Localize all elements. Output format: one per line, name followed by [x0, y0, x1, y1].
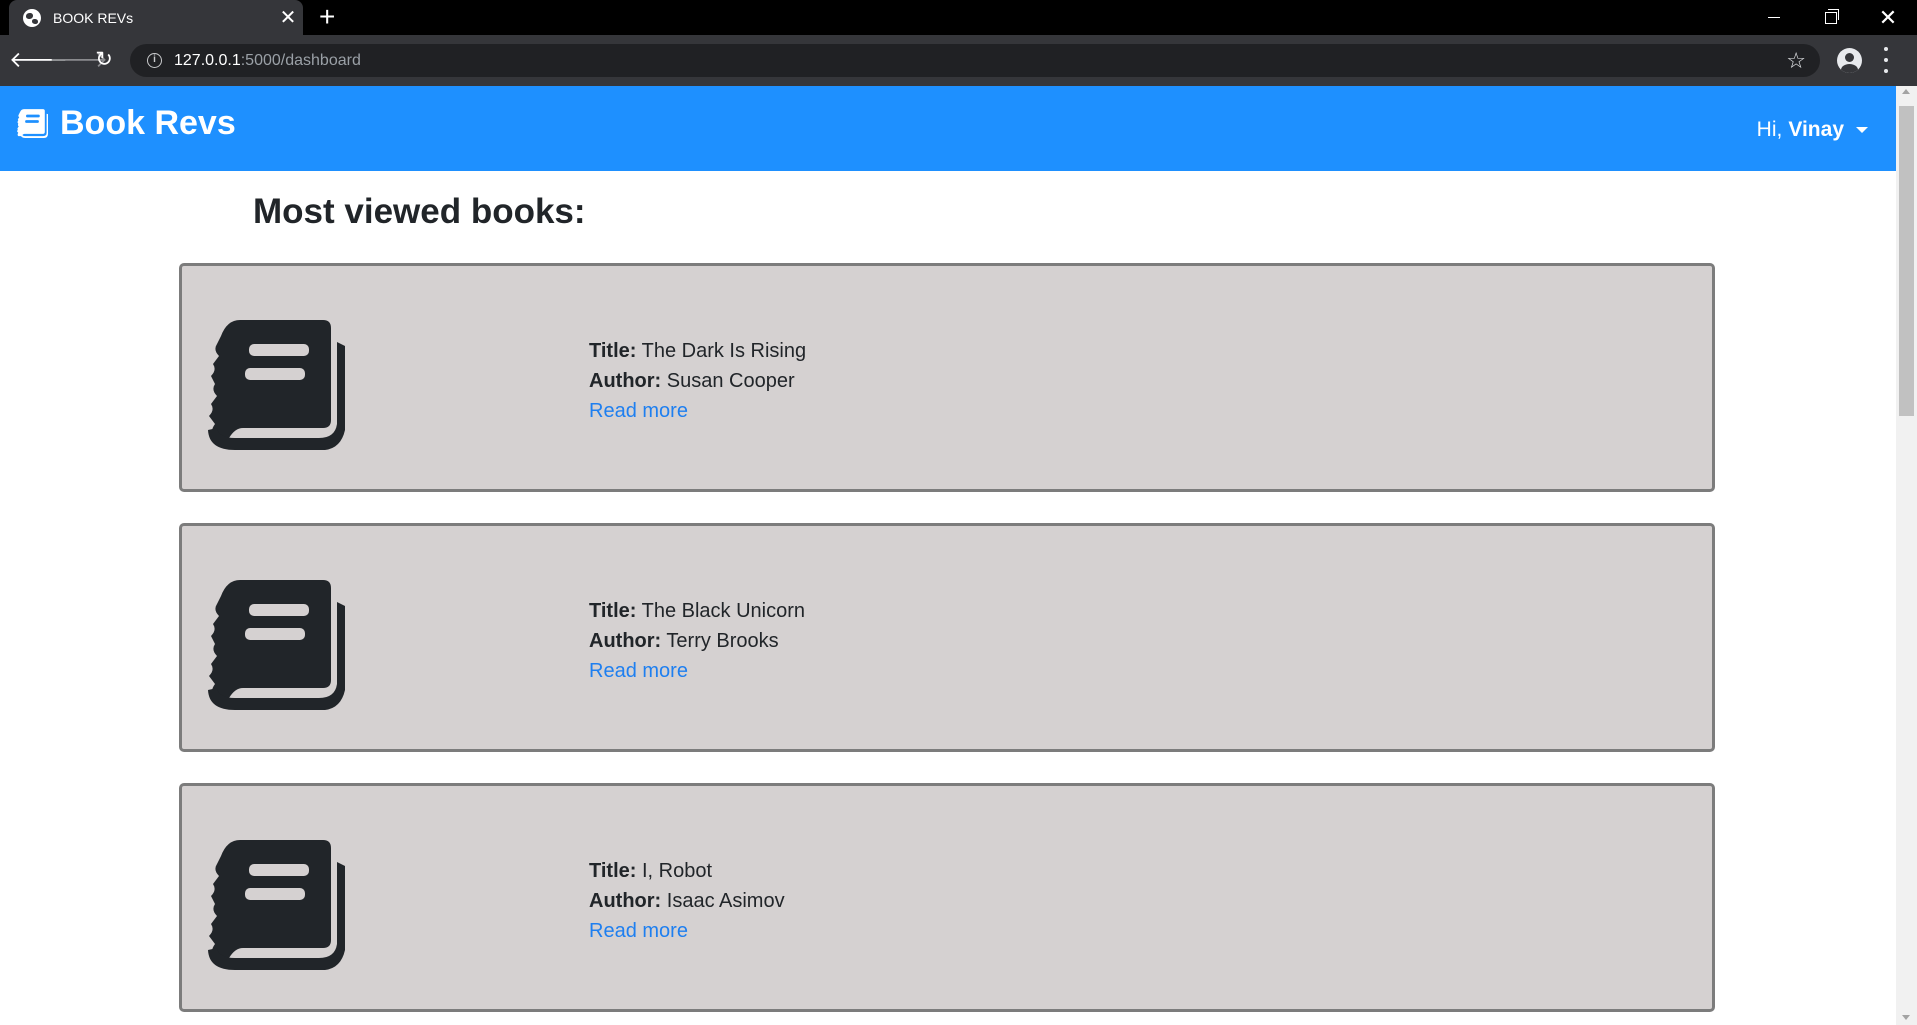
book-title: The Dark Is Rising	[641, 340, 807, 362]
book-card: Title: I, Robot Author: Isaac Asimov Rea…	[179, 783, 1715, 1012]
brand-name: Book Revs	[60, 104, 236, 142]
book-author-row: Author: Isaac Asimov	[589, 886, 785, 916]
restore-button[interactable]	[1802, 0, 1860, 35]
minimize-button[interactable]	[1745, 0, 1803, 35]
book-icon	[16, 108, 48, 138]
read-more-link[interactable]: Read more	[589, 396, 688, 426]
close-window-button[interactable]: ✕	[1859, 0, 1917, 35]
book-title-row: Title: The Black Unicorn	[589, 596, 805, 626]
forward-button[interactable]: 🡒	[49, 45, 108, 75]
url-host: 127.0.0.1	[174, 51, 241, 69]
read-more-link[interactable]: Read more	[589, 656, 688, 686]
user-menu-dropdown[interactable]: Hi, Vinay	[1757, 118, 1868, 142]
book-author: Isaac Asimov	[666, 890, 785, 912]
book-card: Title: The Dark Is Rising Author: Susan …	[179, 263, 1715, 492]
brand-link[interactable]: Book Revs	[16, 104, 236, 143]
book-title: The Black Unicorn	[641, 600, 806, 622]
book-title-row: Title: The Dark Is Rising	[589, 336, 806, 366]
book-author: Terry Brooks	[666, 630, 779, 652]
tab-title: BOOK REVs	[53, 9, 134, 26]
book-icon	[208, 320, 345, 450]
globe-icon	[23, 8, 41, 27]
user-name: Vinay	[1788, 118, 1844, 141]
scroll-down-arrow-icon[interactable]	[1902, 1015, 1910, 1020]
book-icon	[208, 580, 345, 710]
book-icon	[208, 840, 345, 970]
browser-tab-strip: BOOK REVs ✕ + ✕	[0, 0, 1917, 35]
back-button[interactable]: 🡐	[9, 45, 68, 75]
info-icon[interactable]: i	[147, 53, 162, 68]
author-label: Author:	[589, 370, 662, 392]
vertical-scrollbar[interactable]	[1896, 86, 1917, 1025]
close-icon: ✕	[1878, 4, 1898, 30]
browser-menu-icon[interactable]	[1882, 47, 1890, 73]
author-label: Author:	[589, 890, 662, 912]
scroll-up-arrow-icon[interactable]	[1902, 89, 1910, 94]
book-info: Title: The Black Unicorn Author: Terry B…	[589, 596, 805, 686]
book-author: Susan Cooper	[666, 370, 795, 392]
book-info: Title: I, Robot Author: Isaac Asimov Rea…	[589, 856, 785, 946]
bookmark-star-icon[interactable]: ☆	[1786, 48, 1806, 74]
account-icon[interactable]	[1837, 48, 1862, 73]
read-more-link[interactable]: Read more	[589, 916, 688, 946]
user-greeting: Hi,	[1756, 118, 1783, 141]
page-viewport: Book Revs Hi, Vinay Most viewed books: T…	[0, 86, 1917, 1025]
title-label: Title:	[589, 600, 637, 622]
site-navbar: Book Revs Hi, Vinay	[0, 86, 1896, 171]
minimize-icon	[1768, 17, 1780, 18]
address-bar[interactable]: i 127.0.0.1 :5000/dashboard ☆	[130, 44, 1820, 77]
book-info: Title: The Dark Is Rising Author: Susan …	[589, 336, 806, 426]
url-path: :5000/dashboard	[240, 51, 361, 69]
author-label: Author:	[589, 630, 662, 652]
reload-button[interactable]: ↻	[89, 45, 119, 75]
title-label: Title:	[589, 340, 637, 362]
tab-close-icon[interactable]: ✕	[273, 5, 303, 30]
scrollbar-thumb[interactable]	[1899, 106, 1914, 416]
title-label: Title:	[589, 860, 637, 882]
book-author-row: Author: Susan Cooper	[589, 366, 806, 396]
browser-tab[interactable]: BOOK REVs ✕	[9, 0, 303, 35]
browser-toolbar: 🡐 🡒 ↻ i 127.0.0.1 :5000/dashboard ☆	[0, 35, 1917, 86]
restore-icon	[1825, 8, 1839, 24]
book-title-row: Title: I, Robot	[589, 856, 785, 886]
new-tab-button[interactable]: +	[319, 2, 335, 32]
book-title: I, Robot	[641, 860, 713, 882]
book-card: Title: The Black Unicorn Author: Terry B…	[179, 523, 1715, 752]
book-author-row: Author: Terry Brooks	[589, 626, 805, 656]
caret-down-icon	[1856, 127, 1868, 133]
page-title: Most viewed books:	[253, 192, 586, 231]
